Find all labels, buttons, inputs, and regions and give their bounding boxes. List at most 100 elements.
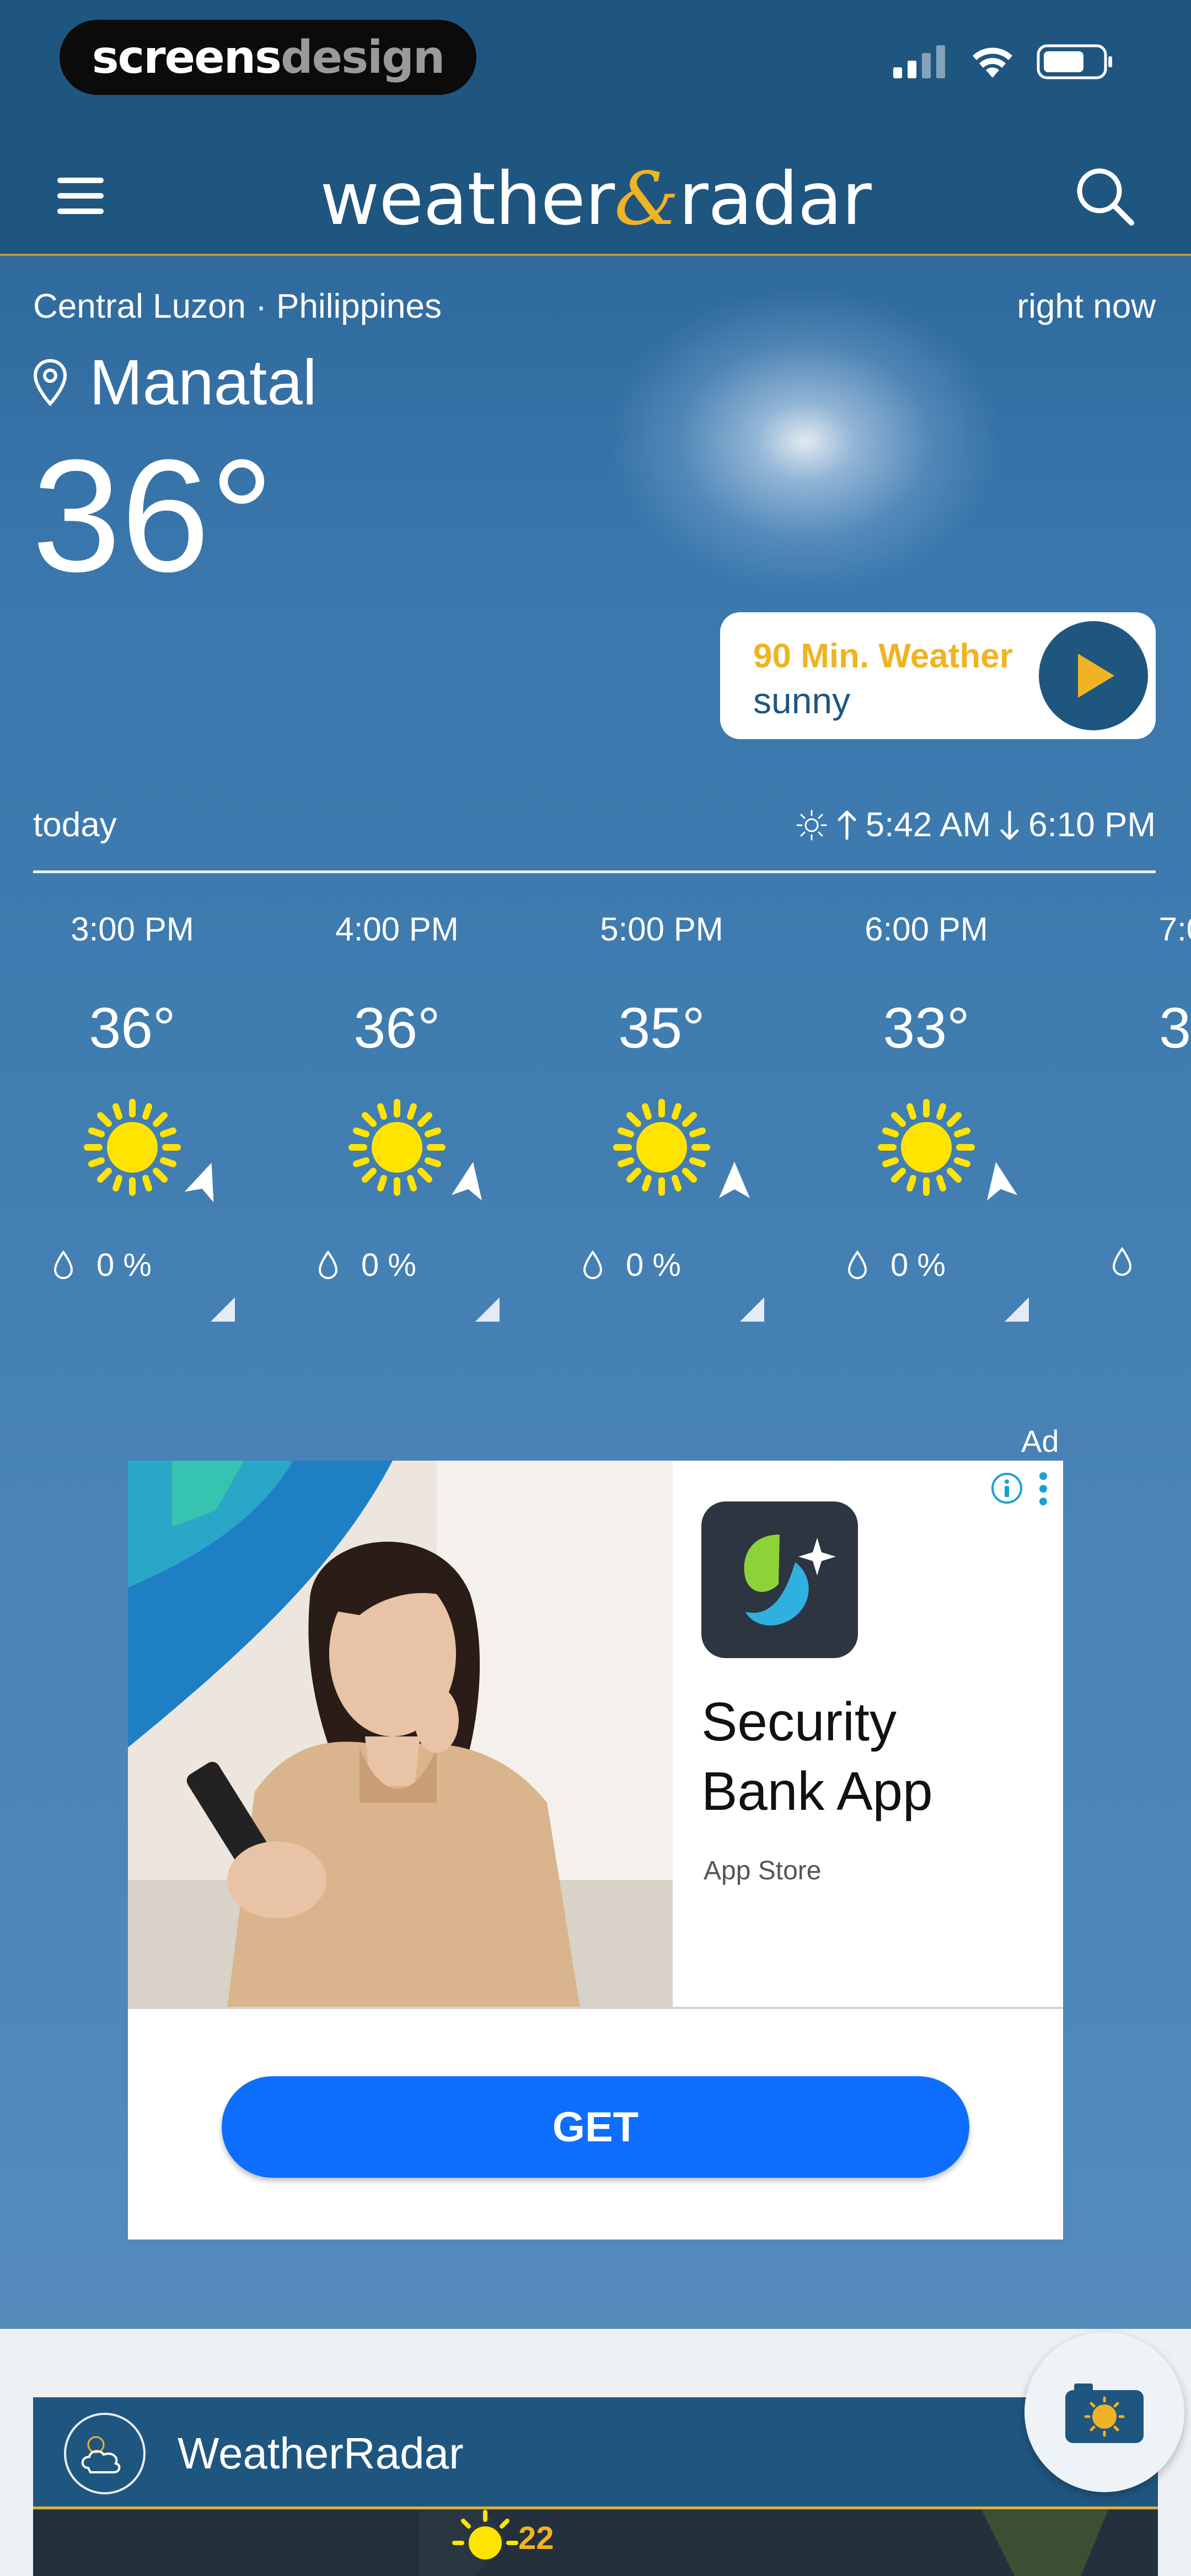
camera-icon (1065, 2383, 1144, 2443)
raindrop-icon (583, 1250, 603, 1279)
sunset-time: 6:10 PM (1028, 806, 1156, 844)
status-bar: screens design (0, 0, 1191, 138)
title-ampersand: & (614, 157, 679, 242)
search-icon (1077, 168, 1134, 226)
title-part-2: radar (678, 157, 872, 242)
ad-app-name-line-1: Security (701, 1691, 897, 1752)
hour-temp: 35° (618, 996, 705, 1060)
ad-label: Ad (1021, 1424, 1059, 1458)
cellular-signal-icon (893, 45, 945, 78)
wind-direction-icon (986, 1162, 1018, 1201)
moon-icon (1136, 1092, 1191, 1203)
updated-time: right now (1017, 287, 1156, 325)
hourly-forecast[interactable]: 3:00 PM 36° 0 % 4:00 PM 36° 0 % 5:00 PM … (0, 883, 1191, 1357)
nowcast-90min-button[interactable]: 90 Min. Weather sunny (720, 612, 1156, 739)
camera-button[interactable] (1024, 2332, 1184, 2492)
wind-direction-icon (451, 1162, 482, 1201)
ad-divider (128, 2007, 1063, 2009)
ad-more-icon[interactable] (1037, 1469, 1050, 1508)
precip-value: 0 % (96, 1247, 152, 1283)
hour-time: 7:00 (1158, 911, 1191, 948)
search-button[interactable] (1072, 163, 1138, 229)
raindrop-icon (847, 1250, 867, 1279)
battery-icon (1037, 44, 1112, 79)
arrow-down-icon (1000, 810, 1019, 840)
sun-icon (348, 1099, 446, 1196)
ad-info[interactable]: Security Bank App App Store (673, 1461, 1063, 2008)
precip-chance: 0 % (317, 1247, 416, 1284)
nowcast-title: 90 Min. Weather (753, 637, 1013, 675)
ad-store-label: App Store (704, 1856, 822, 1885)
screensdesign-watermark: screens design (60, 20, 476, 95)
sun-glare-background (607, 287, 1004, 596)
app-logo-title: weather&radar (0, 157, 1191, 242)
ad-image[interactable] (128, 1461, 673, 2008)
advertisement[interactable]: Security Bank App App Store GET (128, 1461, 1063, 2240)
get-button[interactable]: GET (222, 2076, 969, 2178)
precip-chance: 0 % (582, 1247, 681, 1284)
hour-temp: 31 (1159, 996, 1191, 1060)
location-name[interactable]: Manatal (33, 345, 317, 419)
location-pin-icon (33, 359, 67, 406)
play-icon (1078, 654, 1114, 698)
wind-direction-icon (719, 1162, 750, 1198)
hour-item[interactable]: 6:00 PM 33° 0 % (794, 883, 1059, 1346)
place-label: Manatal (89, 346, 317, 418)
radar-card-header: WeatherRadar (33, 2397, 1158, 2509)
expand-corner-icon (1005, 1297, 1029, 1322)
hour-time: 4:00 PM (335, 911, 459, 948)
hour-item[interactable]: 4:00 PM 36° 0 % (265, 883, 529, 1346)
play-button[interactable] (1034, 617, 1152, 735)
hour-temp: 36° (353, 996, 441, 1060)
precip-value: 0 % (890, 1247, 946, 1283)
hour-time: 6:00 PM (865, 911, 988, 948)
radar-title: WeatherRadar (178, 2429, 464, 2478)
hour-temp: 36° (89, 996, 176, 1060)
map-temperature: 22 (518, 2520, 554, 2556)
ad-app-name: Security Bank App (701, 1687, 933, 1826)
status-icons (893, 44, 1114, 79)
raindrop-icon (318, 1250, 338, 1279)
ad-app-name-line-2: Bank App (701, 1761, 933, 1821)
weather-radar-card[interactable]: WeatherRadar 22 (33, 2397, 1158, 2576)
precip-value: 0 % (626, 1247, 681, 1283)
app-header: weather&radar (0, 138, 1191, 256)
today-label: today (33, 806, 117, 844)
raindrop-icon (1112, 1247, 1132, 1276)
map-sun-icon (452, 2510, 518, 2559)
today-header: today 5:42 AM 6:10 PM (33, 805, 1156, 861)
wifi-icon (973, 47, 1012, 78)
sun-times: 5:42 AM 6:10 PM (795, 805, 1156, 845)
hour-time: 3:00 PM (71, 911, 194, 948)
title-part-1: weather (320, 157, 615, 242)
expand-corner-icon (740, 1297, 764, 1322)
watermark-text-2: design (280, 31, 445, 84)
precip-chance: 0 % (52, 1247, 152, 1284)
raindrop-icon (53, 1250, 73, 1279)
current-temperature: 36° (32, 426, 274, 605)
precip-value: 0 % (361, 1247, 416, 1283)
sunrise-time: 5:42 AM (865, 806, 991, 844)
precip-chance (1111, 1247, 1155, 1278)
region-label: Central Luzon · Philippines (33, 287, 442, 325)
ad-info-icon[interactable] (989, 1471, 1024, 1506)
ad-photo-woman-with-phone (128, 1461, 673, 2008)
app-icon (701, 1501, 858, 1658)
security-bank-logo-icon (744, 1535, 836, 1626)
hour-time: 5:00 PM (600, 911, 723, 948)
hour-item[interactable]: 7:00 31 (1059, 883, 1191, 1346)
hour-item[interactable]: 3:00 PM 36° 0 % (0, 883, 265, 1346)
divider (33, 870, 1156, 873)
expand-corner-icon (211, 1297, 235, 1322)
sun-icon (613, 1099, 710, 1196)
watermark-text-1: screens (92, 31, 282, 84)
precip-chance: 0 % (846, 1247, 946, 1284)
hour-item[interactable]: 5:00 PM 35° 0 % (529, 883, 794, 1346)
arrow-up-icon (838, 810, 856, 840)
expand-corner-icon (475, 1297, 500, 1322)
sun-outline-icon (796, 810, 827, 840)
radar-logo-icon (64, 2413, 146, 2494)
nowcast-condition: sunny (753, 680, 851, 721)
radar-map[interactable]: 22 (33, 2510, 1158, 2576)
sun-icon (878, 1099, 975, 1196)
